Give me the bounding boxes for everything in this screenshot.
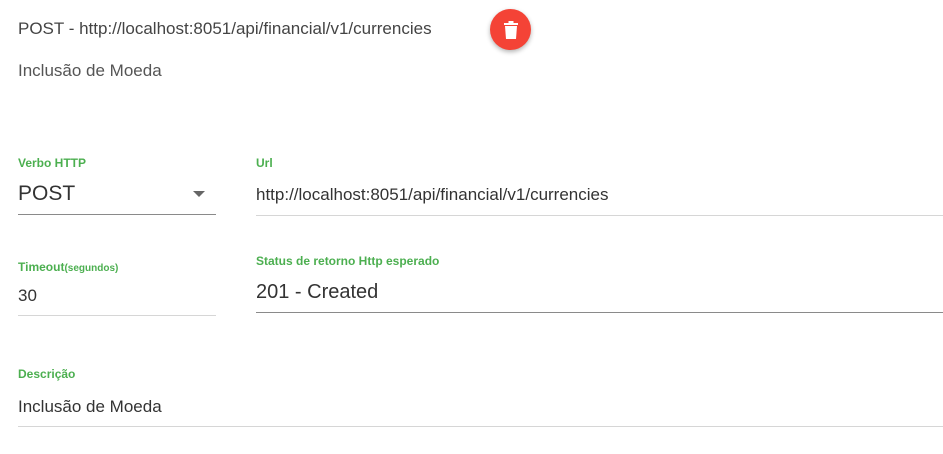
- verb-label: Verbo HTTP: [18, 156, 87, 170]
- timeout-label-unit: (segundos): [64, 263, 119, 274]
- timeout-field[interactable]: Timeout(segundos) 30: [18, 254, 216, 318]
- verb-underline: [18, 214, 216, 215]
- chevron-down-icon[interactable]: [193, 191, 205, 197]
- status-value[interactable]: 201 - Created: [256, 281, 378, 304]
- timeout-label-text: Timeout: [18, 260, 65, 274]
- header-title: POST - http://localhost:8051/api/financi…: [18, 19, 432, 38]
- timeout-underline: [18, 315, 216, 316]
- timeout-label: Timeout(segundos): [18, 260, 118, 274]
- description-underline: [18, 426, 943, 427]
- description-label: Descrição: [18, 367, 76, 381]
- verb-value[interactable]: POST: [18, 182, 75, 206]
- status-label: Status de retorno Http esperado: [256, 254, 440, 268]
- delete-button[interactable]: [490, 9, 531, 50]
- description-input[interactable]: Inclusão de Moeda: [18, 397, 162, 417]
- description-field[interactable]: Descrição Inclusão de Moeda: [18, 361, 943, 427]
- header-subtitle: Inclusão de Moeda: [18, 61, 162, 80]
- trash-icon: [503, 20, 518, 39]
- url-underline: [256, 215, 943, 216]
- timeout-input[interactable]: 30: [18, 286, 37, 306]
- verb-select[interactable]: Verbo HTTP POST: [18, 150, 216, 216]
- url-field[interactable]: Url http://localhost:8051/api/financial/…: [256, 150, 943, 216]
- status-underline: [256, 312, 943, 313]
- url-label: Url: [256, 156, 273, 170]
- status-select[interactable]: Status de retorno Http esperado 201 - Cr…: [256, 248, 943, 314]
- url-input[interactable]: http://localhost:8051/api/financial/v1/c…: [256, 185, 608, 205]
